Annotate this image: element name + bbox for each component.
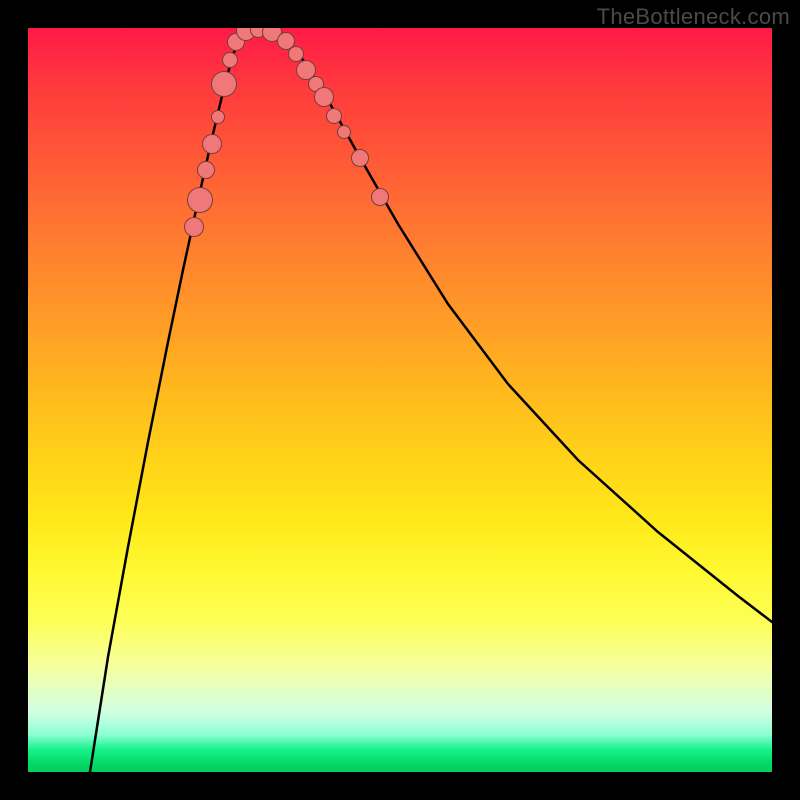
data-point <box>351 149 369 167</box>
data-point <box>222 52 238 68</box>
chart-frame: TheBottleneck.com <box>0 0 800 800</box>
watermark-text: TheBottleneck.com <box>597 4 790 30</box>
data-point <box>326 108 342 124</box>
data-point <box>337 125 351 139</box>
data-point <box>202 134 222 154</box>
data-point <box>197 161 215 179</box>
data-point <box>288 46 304 62</box>
data-point <box>184 217 204 237</box>
data-point <box>211 110 225 124</box>
data-point <box>211 71 237 97</box>
bottleneck-curve-path <box>90 28 772 772</box>
data-point <box>187 187 213 213</box>
plot-area <box>28 28 772 772</box>
data-point <box>314 87 334 107</box>
curve-svg <box>28 28 772 772</box>
data-point <box>371 188 389 206</box>
